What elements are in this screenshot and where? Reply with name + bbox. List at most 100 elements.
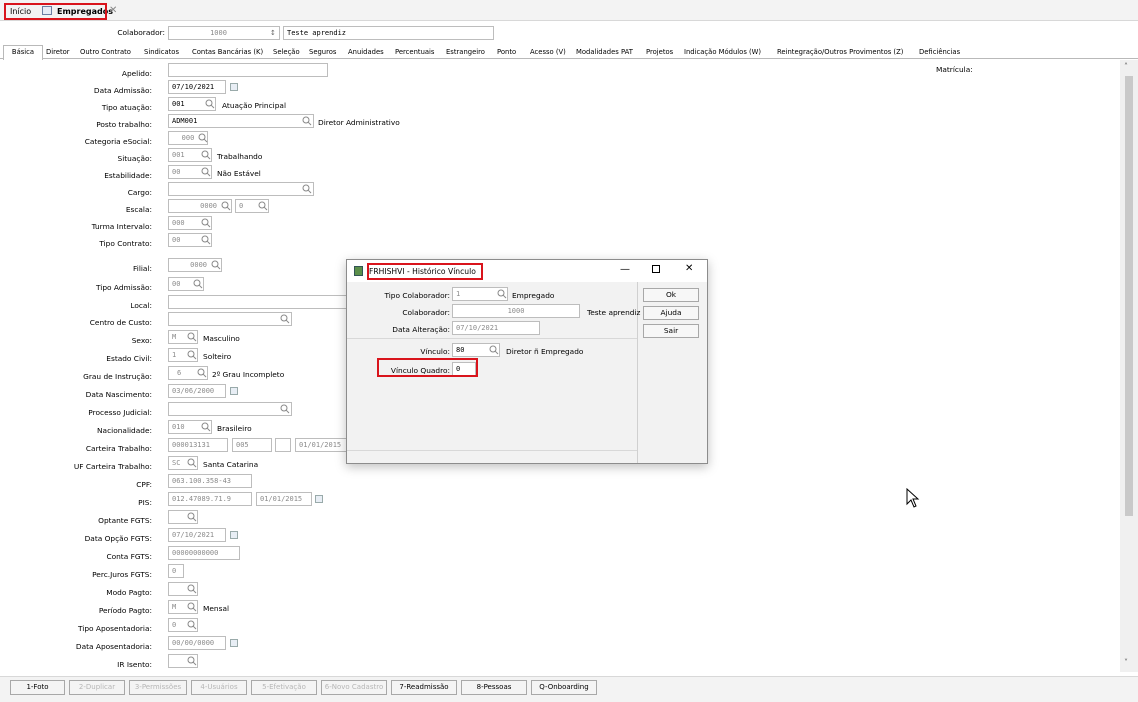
search-icon[interactable] xyxy=(201,235,211,245)
subtab-deficiencias[interactable]: Deficiências xyxy=(919,46,960,58)
situacao-label: Situação: xyxy=(117,154,152,163)
foto-button[interactable]: 1-Foto xyxy=(10,680,65,695)
vertical-scrollbar[interactable]: ˄ ˅ xyxy=(1120,60,1138,672)
subtab-percentuais[interactable]: Percentuais xyxy=(395,46,434,58)
duplicar-button[interactable]: 2-Duplicar xyxy=(69,680,125,695)
data-admissao-input[interactable]: 07/10/2021 xyxy=(168,80,226,94)
search-icon[interactable] xyxy=(187,584,197,594)
calendar-icon[interactable] xyxy=(230,639,238,647)
dialog-colaborador-label: Colaborador: xyxy=(402,308,450,317)
carteira-data-input[interactable]: 01/01/2015 xyxy=(295,438,347,452)
data-nascimento-input[interactable]: 03/06/2000 xyxy=(168,384,226,398)
calendar-icon[interactable] xyxy=(230,387,238,395)
data-aposentadoria-label: Data Aposentadoria: xyxy=(75,642,152,651)
pis-data-input[interactable]: 01/01/2015 xyxy=(256,492,312,506)
search-icon[interactable] xyxy=(187,512,197,522)
maximize-icon[interactable] xyxy=(652,265,660,273)
subtab-ponto[interactable]: Ponto xyxy=(497,46,516,58)
search-icon[interactable] xyxy=(280,314,290,324)
search-icon[interactable] xyxy=(198,133,208,143)
search-icon[interactable] xyxy=(211,260,221,270)
ajuda-button[interactable]: Ajuda xyxy=(643,306,699,320)
search-icon[interactable] xyxy=(201,167,211,177)
search-icon[interactable] xyxy=(193,279,203,289)
search-icon[interactable] xyxy=(497,289,507,299)
minimize-icon[interactable]: — xyxy=(620,264,630,275)
subtab-diretor[interactable]: Diretor xyxy=(46,46,70,58)
centro-custo-input[interactable] xyxy=(168,312,292,326)
efetivacao-button[interactable]: 5-Efetivação xyxy=(251,680,317,695)
carteira-trabalho-label: Carteira Trabalho: xyxy=(85,444,152,453)
subtab-modalidades-pat[interactable]: Modalidades PAT xyxy=(576,46,633,58)
subtab-indicacao-modulos[interactable]: Indicação Módulos (W) xyxy=(684,46,761,58)
estado-civil-label: Estado Civil: xyxy=(106,354,152,363)
subtab-acesso[interactable]: Acesso (V) xyxy=(530,46,566,58)
scroll-thumb[interactable] xyxy=(1125,76,1133,516)
calendar-icon[interactable] xyxy=(315,495,323,503)
subtab-anuidades[interactable]: Anuidades xyxy=(348,46,384,58)
pessoas-button[interactable]: 8-Pessoas xyxy=(461,680,527,695)
search-icon[interactable] xyxy=(302,116,312,126)
carteira-serie-input[interactable]: 005 xyxy=(232,438,272,452)
search-icon[interactable] xyxy=(201,422,211,432)
calendar-icon[interactable] xyxy=(230,83,238,91)
search-icon[interactable] xyxy=(187,332,197,342)
apelido-input[interactable] xyxy=(168,63,328,77)
subtab-seguros[interactable]: Seguros xyxy=(309,46,336,58)
uf-carteira-desc: Santa Catarina xyxy=(203,460,259,469)
subtab-basica[interactable]: Básica xyxy=(3,45,43,60)
ok-button[interactable]: Ok xyxy=(643,288,699,302)
permissoes-button[interactable]: 3-Permissões xyxy=(129,680,187,695)
subtab-outro-contrato[interactable]: Outro Contrato xyxy=(80,46,131,58)
tipo-atuacao-desc: Atuação Principal xyxy=(222,101,286,110)
calendar-icon[interactable] xyxy=(230,531,238,539)
dialog-titlebar[interactable]: FRHISHVI - Histórico Vínculo — ✕ xyxy=(347,260,707,282)
spin-icon[interactable]: ↕ xyxy=(270,29,276,37)
search-icon[interactable] xyxy=(205,99,215,109)
colaborador-name-input[interactable]: Teste aprendiz xyxy=(283,26,494,40)
data-opcao-fgts-input[interactable]: 07/10/2021 xyxy=(168,528,226,542)
search-icon[interactable] xyxy=(221,201,231,211)
posto-trabalho-input[interactable]: ADM001 xyxy=(168,114,314,128)
search-icon[interactable] xyxy=(187,350,197,360)
search-icon[interactable] xyxy=(187,620,197,630)
search-icon[interactable] xyxy=(201,218,211,228)
colaborador-code-input[interactable]: 1000 xyxy=(168,26,280,40)
search-icon[interactable] xyxy=(197,368,207,378)
search-icon[interactable] xyxy=(187,602,197,612)
carteira-digito-input[interactable] xyxy=(275,438,291,452)
subtab-selecao[interactable]: Seleção xyxy=(273,46,300,58)
perc-juros-fgts-input[interactable]: 0 xyxy=(168,564,184,578)
scroll-up-icon[interactable]: ˄ xyxy=(1124,62,1128,71)
subtab-contas-bancarias[interactable]: Contas Bancárias (K) xyxy=(192,46,263,58)
dialog-colaborador-input[interactable]: 1000 xyxy=(452,304,580,318)
search-icon[interactable] xyxy=(187,656,197,666)
pis-input[interactable]: 012.47089.71.9 xyxy=(168,492,252,506)
search-icon[interactable] xyxy=(280,404,290,414)
subtab-projetos[interactable]: Projetos xyxy=(646,46,673,58)
usuarios-button[interactable]: 4-Usuários xyxy=(191,680,247,695)
data-alteracao-input[interactable]: 07/10/2021 xyxy=(452,321,540,335)
readmissao-button[interactable]: 7-Readmissão xyxy=(391,680,457,695)
scroll-down-icon[interactable]: ˅ xyxy=(1124,658,1128,667)
cpf-input[interactable]: 063.100.358-43 xyxy=(168,474,252,488)
conta-fgts-input[interactable]: 00000000000 xyxy=(168,546,240,560)
local-input[interactable] xyxy=(168,295,348,309)
cargo-input[interactable] xyxy=(168,182,314,196)
subtab-sindicatos[interactable]: Sindicatos xyxy=(144,46,179,58)
onboarding-button[interactable]: Q-Onboarding xyxy=(531,680,597,695)
close-tab-icon[interactable]: ✕ xyxy=(109,5,117,16)
data-aposentadoria-input[interactable]: 00/00/0000 xyxy=(168,636,226,650)
close-icon[interactable]: ✕ xyxy=(685,263,693,274)
search-icon[interactable] xyxy=(201,150,211,160)
subtab-reintegracao[interactable]: Reintegração/Outros Provimentos (Z) xyxy=(777,46,903,58)
search-icon[interactable] xyxy=(489,345,499,355)
processo-judicial-input[interactable] xyxy=(168,402,292,416)
novo-cadastro-button[interactable]: 6-Novo Cadastro xyxy=(321,680,387,695)
sair-button[interactable]: Sair xyxy=(643,324,699,338)
search-icon[interactable] xyxy=(187,458,197,468)
subtab-estrangeiro[interactable]: Estrangeiro xyxy=(446,46,485,58)
carteira-trabalho-input[interactable]: 000013131 xyxy=(168,438,228,452)
search-icon[interactable] xyxy=(258,201,268,211)
search-icon[interactable] xyxy=(302,184,312,194)
